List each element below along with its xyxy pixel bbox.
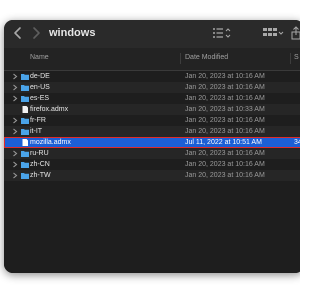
file-size: 34 [294,139,300,146]
disclosure-triangle-icon[interactable] [12,160,18,169]
list-item[interactable]: zh-TW Jan 20, 2023 at 10:16 AM [4,170,300,181]
file-date: Jan 20, 2023 at 10:16 AM [185,172,265,179]
file-name: zh-TW [30,172,51,179]
file-date: Jan 20, 2023 at 10:33 AM [185,106,265,113]
empty-list-area[interactable] [4,192,300,273]
chevron-right-icon[interactable] [30,26,42,40]
file-date: Jul 11, 2022 at 10:51 AM [185,139,262,146]
file-name: zh-CN [30,161,50,168]
column-divider[interactable] [180,53,181,64]
disclosure-triangle-icon[interactable] [12,72,18,81]
finder-window: windows Name Date Modified S de-DE Jan 2… [4,20,300,273]
file-date: Jan 20, 2023 at 10:16 AM [185,73,265,80]
file-date: Jan 20, 2023 at 10:16 AM [185,117,265,124]
disclosure-triangle-icon[interactable] [12,94,18,103]
list-item[interactable]: es-ES Jan 20, 2023 at 10:16 AM [4,93,300,104]
window-title: windows [49,27,96,39]
page: windows Name Date Modified S de-DE Jan 2… [0,0,300,300]
file-name: es-ES [30,95,50,102]
size-column-header[interactable]: S [294,53,299,63]
list-item[interactable]: zh-CN Jan 20, 2023 at 10:16 AM [4,159,300,170]
file-list: de-DE Jan 20, 2023 at 10:16 AM en-US Jan… [4,71,300,181]
list-item[interactable]: it-IT Jan 20, 2023 at 10:16 AM [4,126,300,137]
disclosure-triangle-icon[interactable] [12,149,18,158]
date-modified-column-header[interactable]: Date Modified [185,53,228,63]
file-name: ru-RU [30,150,49,157]
folder-icon [21,73,29,80]
toolbar: windows [4,20,300,48]
folder-icon [21,161,29,168]
column-divider[interactable] [290,53,291,64]
name-column-header[interactable]: Name [30,53,49,63]
folder-icon [21,95,29,102]
disclosure-triangle-icon[interactable] [12,116,18,125]
document-icon [21,139,29,146]
file-date: Jan 20, 2023 at 10:16 AM [185,128,265,135]
share-icon[interactable] [290,26,300,40]
file-date: Jan 20, 2023 at 10:16 AM [185,150,265,157]
list-item[interactable]: fr-FR Jan 20, 2023 at 10:16 AM [4,115,300,126]
file-date: Jan 20, 2023 at 10:16 AM [185,95,265,102]
document-icon [21,106,29,113]
file-name: en-US [30,84,50,91]
grid-view-icon[interactable] [262,26,284,40]
folder-icon [21,117,29,124]
file-date: Jan 20, 2023 at 10:16 AM [185,161,265,168]
file-date: Jan 20, 2023 at 10:16 AM [185,84,265,91]
chevron-left-icon[interactable] [12,26,24,40]
list-item[interactable]: firefox.admx Jan 20, 2023 at 10:33 AM [4,104,300,115]
column-header-row: Name Date Modified S [4,48,300,71]
folder-icon [21,84,29,91]
list-view-icon[interactable] [212,26,232,40]
disclosure-triangle-icon[interactable] [12,171,18,180]
list-item-selected[interactable]: mozilla.admx Jul 11, 2022 at 10:51 AM 34 [4,137,300,148]
list-item[interactable]: ru-RU Jan 20, 2023 at 10:16 AM [4,148,300,159]
list-item[interactable]: en-US Jan 20, 2023 at 10:16 AM [4,82,300,93]
disclosure-triangle-icon[interactable] [12,127,18,136]
file-name: fr-FR [30,117,46,124]
disclosure-triangle-icon[interactable] [12,83,18,92]
file-name: firefox.admx [30,106,69,113]
file-name: de-DE [30,73,50,80]
list-item[interactable]: de-DE Jan 20, 2023 at 10:16 AM [4,71,300,82]
folder-icon [21,150,29,157]
file-name: mozilla.admx [30,139,71,146]
folder-icon [21,128,29,135]
folder-icon [21,172,29,179]
file-name: it-IT [30,128,43,135]
